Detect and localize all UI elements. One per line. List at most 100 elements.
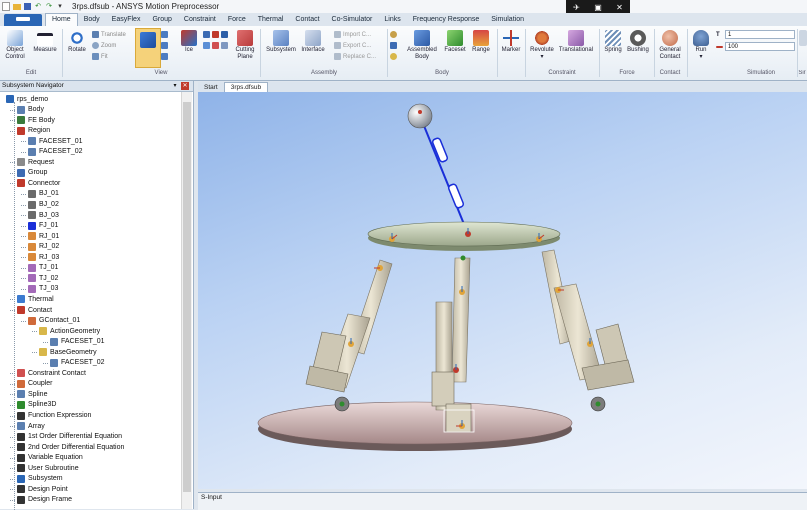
tab-file[interactable] <box>4 14 42 26</box>
scrollbar-thumb[interactable] <box>183 102 191 492</box>
tree-item-rj-01[interactable]: RJ_01 <box>21 231 59 241</box>
tree-item-region[interactable]: Region <box>10 126 50 136</box>
pin-icon[interactable]: ✈ <box>573 3 580 12</box>
tree-item-fe-body[interactable]: FE Body <box>10 115 55 125</box>
tree-item-design-point[interactable]: Design Point <box>10 484 68 494</box>
tab-constraint[interactable]: Constraint <box>178 14 222 26</box>
leg-center[interactable] <box>431 257 475 433</box>
spring-button[interactable]: Spring <box>601 30 625 54</box>
tab-co-simulator[interactable]: Co-Simulator <box>326 14 379 26</box>
render-mode-1[interactable] <box>203 30 228 39</box>
next-group-button[interactable] <box>798 30 807 47</box>
leg-right[interactable] <box>541 249 635 412</box>
tab-home[interactable]: Home <box>45 13 78 26</box>
pin-panel-icon[interactable]: ▾ <box>171 82 179 90</box>
tree-item-rj-03[interactable]: RJ_03 <box>21 252 59 262</box>
tree-item-request[interactable]: Request <box>10 157 54 167</box>
navigator-scrollbar[interactable] <box>181 92 192 509</box>
tree-item-tj-03[interactable]: TJ_03 <box>21 284 58 294</box>
tree-item-base-geometry[interactable]: BaseGeometry <box>32 347 97 357</box>
tree-item-contact[interactable]: Contact <box>10 305 52 315</box>
tree-item-faceset-01-action[interactable]: FACESET_01 <box>43 337 105 347</box>
measure-button[interactable]: Measure <box>32 30 58 54</box>
tree-item-faceset-02[interactable]: FACESET_02 <box>21 147 83 157</box>
tab-simulation[interactable]: Simulation <box>485 14 530 26</box>
tab-links[interactable]: Links <box>378 14 406 26</box>
view-option-2[interactable] <box>161 41 168 50</box>
tree-item-rps-demo[interactable]: rps_demo <box>6 94 48 104</box>
tree-item-thermal[interactable]: Thermal <box>10 294 54 304</box>
fit-button[interactable]: Fit <box>92 52 108 61</box>
tree-item-subsystem[interactable]: Subsystem <box>10 474 63 484</box>
open-folder-icon[interactable] <box>13 3 21 10</box>
pendulum-link[interactable] <box>407 103 469 235</box>
close-panel-icon[interactable]: ✕ <box>181 82 189 90</box>
view-option-1[interactable] <box>161 30 168 39</box>
tab-thermal[interactable]: Thermal <box>252 14 290 26</box>
render-mode-2[interactable] <box>203 41 228 50</box>
tree-item-bj-03[interactable]: BJ_03 <box>21 210 59 220</box>
replace-c-button[interactable]: Replace C... <box>334 52 376 61</box>
3d-viewport[interactable] <box>198 92 807 489</box>
tab-3rps-dfsub[interactable]: 3rps.dfsub <box>223 82 269 92</box>
undo-icon[interactable]: ↶ <box>34 3 42 11</box>
cutting-plane-button[interactable]: Cutting Plane <box>232 30 258 61</box>
marker-button[interactable]: Marker <box>498 30 524 54</box>
zoom-button[interactable]: Zoom <box>92 41 116 50</box>
export-c-button[interactable]: Export C... <box>334 41 371 50</box>
mechanism-model[interactable] <box>198 92 807 489</box>
rotate-button[interactable]: Rotate <box>64 30 90 54</box>
tree-item-connector[interactable]: Connector <box>10 178 60 188</box>
base-plate[interactable] <box>257 401 573 451</box>
revolute-dropdown-icon[interactable]: ▾ <box>527 54 557 61</box>
tab-contact[interactable]: Contact <box>289 14 325 26</box>
end-time-input[interactable]: 1 <box>725 30 795 39</box>
tree-item-rj-02[interactable]: RJ_02 <box>21 242 59 252</box>
tree-item-first-order-de[interactable]: 1st Order Differential Equation <box>10 432 122 442</box>
restore-icon[interactable]: ▣ <box>594 3 602 12</box>
view-option-3[interactable] <box>161 52 168 61</box>
interface-button[interactable]: Interface <box>298 30 328 54</box>
assembled-body-button[interactable]: Assembled Body <box>404 30 440 61</box>
run-button[interactable]: Run ▾ <box>690 30 712 61</box>
range-button[interactable]: Range <box>469 30 493 54</box>
new-file-icon[interactable] <box>2 2 10 11</box>
tree-item-design-frame[interactable]: Design Frame <box>10 495 72 505</box>
tree-item-tj-02[interactable]: TJ_02 <box>21 273 58 283</box>
object-control-button[interactable]: Object Control <box>2 30 28 61</box>
tree-item-array[interactable]: Array <box>10 421 45 431</box>
bushing-button[interactable]: Bushing <box>625 30 651 54</box>
tree-item-second-order-de[interactable]: 2nd Order Differential Equation <box>10 442 124 452</box>
tab-force[interactable]: Force <box>222 14 252 26</box>
save-icon[interactable] <box>24 3 31 10</box>
tree-item-body[interactable]: Body <box>10 105 44 115</box>
subsystem-button[interactable]: Subsystem <box>264 30 298 54</box>
tree-item-coupler[interactable]: Coupler <box>10 379 53 389</box>
leg-left[interactable] <box>305 259 393 412</box>
import-c-button[interactable]: Import C... <box>334 30 371 39</box>
run-dropdown-icon[interactable]: ▾ <box>690 54 712 61</box>
customize-icon[interactable]: ▾ <box>56 3 64 11</box>
redo-icon[interactable]: ↷ <box>45 3 53 11</box>
faceset-button[interactable]: Faceset <box>442 30 468 54</box>
close-icon[interactable]: ✕ <box>616 3 623 12</box>
tree-item-bj-01[interactable]: BJ_01 <box>21 189 59 199</box>
tree-item-faceset-02-base[interactable]: FACESET_02 <box>43 358 105 368</box>
s-input-panel[interactable]: S-Input <box>198 492 807 510</box>
tab-body[interactable]: Body <box>78 14 106 26</box>
tree-item-group[interactable]: Group <box>10 168 47 178</box>
translational-button[interactable]: Translational <box>556 30 596 54</box>
tree-item-variable-equation[interactable]: Variable Equation <box>10 453 83 463</box>
body-tool-2[interactable] <box>390 41 397 50</box>
tree-item-constraint-contact[interactable]: Constraint Contact <box>10 368 86 378</box>
top-platform[interactable] <box>367 221 561 251</box>
ice-button[interactable]: Ice <box>178 30 200 54</box>
translate-button[interactable]: Translate <box>92 30 126 39</box>
tree-item-gcontact-01[interactable]: GContact_01 <box>21 316 80 326</box>
steps-input[interactable]: 100 <box>725 42 795 51</box>
tab-easyflex[interactable]: EasyFlex <box>106 14 147 26</box>
tree-item-spline[interactable]: Spline <box>10 389 47 399</box>
tree-item-spline3d[interactable]: Spline3D <box>10 400 56 410</box>
general-contact-button[interactable]: General Contact <box>656 30 684 61</box>
body-tool-3[interactable] <box>390 52 397 61</box>
